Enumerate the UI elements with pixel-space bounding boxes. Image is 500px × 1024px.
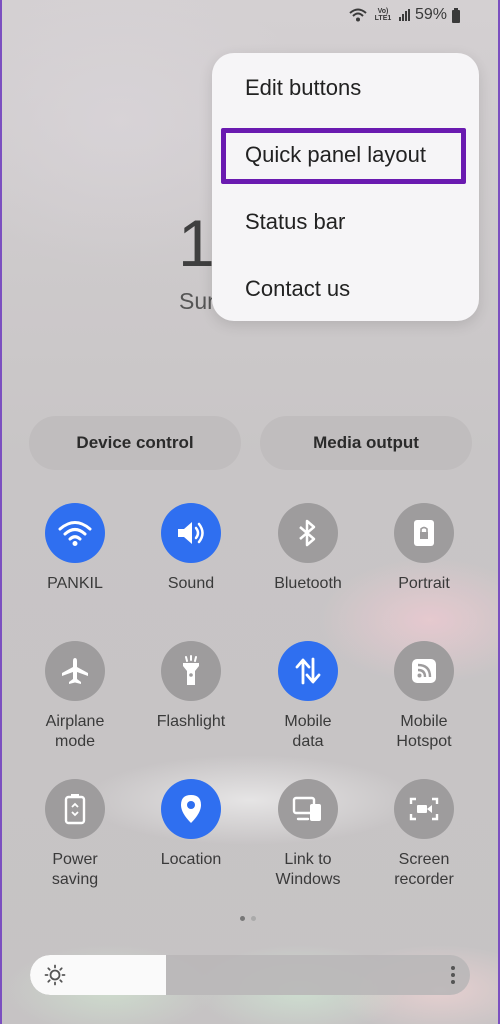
sun-icon [44, 964, 66, 986]
bluetooth-icon[interactable] [278, 503, 338, 563]
lock-rotation-icon[interactable] [394, 503, 454, 563]
wifi-status-icon [349, 8, 367, 22]
signal-icon [398, 9, 410, 21]
menu-item-quick-panel-layout[interactable]: Quick panel layout [245, 142, 426, 168]
tile-sound[interactable]: Sound [133, 503, 249, 594]
tile-mobile-data[interactable]: Mobile data [250, 641, 366, 752]
media-output-button[interactable]: Media output [260, 416, 472, 470]
menu-item-edit-buttons[interactable]: Edit buttons [245, 75, 361, 101]
tile-flashlight[interactable]: Flashlight [133, 641, 249, 732]
airplane-icon[interactable] [45, 641, 105, 701]
tile-label: Flashlight [156, 713, 226, 730]
status-bar: Vo) LTE1 59% [349, 6, 460, 24]
tile-label: Airplane mode [45, 713, 105, 750]
wifi-icon[interactable] [45, 503, 105, 563]
tile-label: Link to Windows [275, 851, 341, 888]
device-control-button[interactable]: Device control [29, 416, 241, 470]
hotspot-icon[interactable] [394, 641, 454, 701]
tile-airplane[interactable]: Airplane mode [17, 641, 133, 752]
tile-bluetooth[interactable]: Bluetooth [250, 503, 366, 594]
location-icon[interactable] [161, 779, 221, 839]
more-options-icon[interactable] [450, 965, 456, 985]
tile-label: Power saving [51, 851, 99, 888]
battery-icon [452, 7, 460, 23]
tile-location[interactable]: Location [133, 779, 249, 870]
link-windows-icon[interactable] [278, 779, 338, 839]
tile-label: Portrait [398, 575, 450, 592]
tile-label: Sound [167, 575, 215, 592]
brightness-slider[interactable] [30, 955, 470, 995]
overflow-menu: Edit buttons Quick panel layout Status b… [212, 53, 479, 321]
speaker-icon[interactable] [161, 503, 221, 563]
mobile-data-icon[interactable] [278, 641, 338, 701]
tile-label: PANKIL [47, 575, 103, 592]
tile-hotspot[interactable]: Mobile Hotspot [366, 641, 482, 752]
tile-power-saving[interactable]: Power saving [17, 779, 133, 890]
page-indicator [240, 916, 256, 921]
tile-label: Screen recorder [394, 851, 454, 888]
battery-percent: 59% [414, 6, 447, 23]
tile-portrait[interactable]: Portrait [366, 503, 482, 594]
tile-label: Bluetooth [274, 575, 342, 592]
screen-recorder-icon[interactable] [394, 779, 454, 839]
flashlight-icon[interactable] [161, 641, 221, 701]
tile-label: Location [160, 851, 222, 868]
tile-label: Mobile data [284, 713, 332, 750]
tile-screen-recorder[interactable]: Screen recorder [366, 779, 482, 890]
volte-indicator: Vo) LTE1 [374, 8, 392, 22]
tile-wifi[interactable]: PANKIL [17, 503, 133, 594]
tile-link-to-windows[interactable]: Link to Windows [250, 779, 366, 890]
battery-saver-icon[interactable] [45, 779, 105, 839]
menu-item-contact-us[interactable]: Contact us [245, 276, 350, 302]
tile-label: Mobile Hotspot [396, 713, 452, 750]
menu-item-status-bar[interactable]: Status bar [245, 209, 345, 235]
